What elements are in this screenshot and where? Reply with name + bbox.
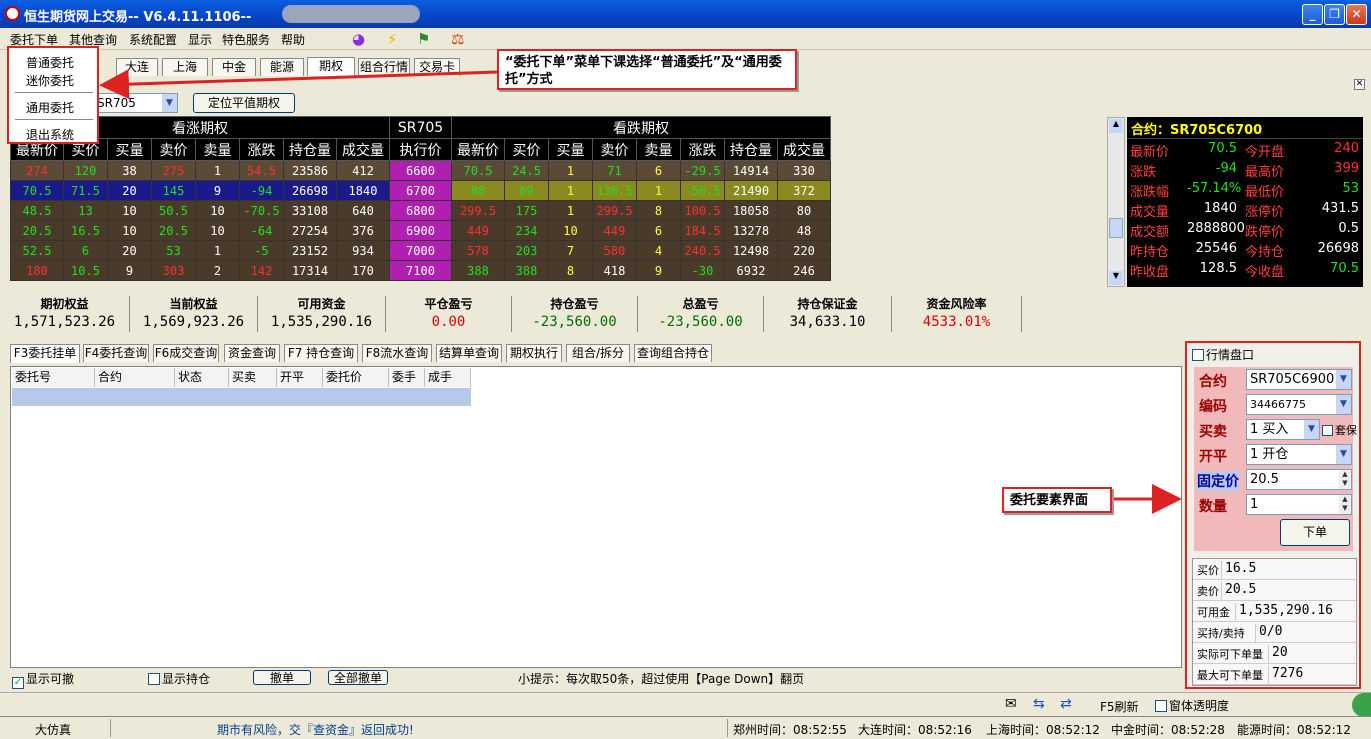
transparency-check[interactable]: 窗体透明度 — [1155, 697, 1229, 714]
refresh-icon[interactable]: ⇆ — [1033, 696, 1045, 712]
transparency-label: 窗体透明度 — [1169, 699, 1230, 713]
status-bar: 大仿真 期市有风险，交『查资金』返回成功! 郑州时间：08:52:55 大连时间… — [0, 716, 1371, 739]
zhengzhou-time: 郑州时间：08:52:55 — [733, 723, 847, 737]
callout-menu: “委托下单”菜单下课选择“普通委托”及“通用委托”方式 — [497, 49, 797, 90]
checkbox-icon[interactable] — [1155, 700, 1167, 712]
shanghai-time: 上海时间：08:52:12 — [986, 723, 1100, 737]
energy-time: 能源时间：08:52:12 — [1237, 723, 1351, 737]
refresh-label[interactable]: F5刷新 — [1100, 698, 1139, 715]
mode-label: 大仿真 — [35, 723, 72, 737]
annotation-arrows — [99, 69, 1182, 514]
arrow-to-menu — [99, 69, 499, 100]
status-message: 期市有风险，交『查资金』返回成功! — [217, 723, 414, 737]
bottom-toolbar: ✉ ⇆ ⇄ F5刷新 窗体透明度 — [0, 692, 1371, 717]
sync-icon[interactable]: ⇄ — [1060, 696, 1072, 712]
status-separator — [110, 719, 111, 737]
status-separator — [727, 719, 728, 737]
cffex-time: 中金时间：08:52:28 — [1111, 723, 1225, 737]
callout-panel: 委托要素界面 — [1002, 487, 1112, 513]
mail-icon[interactable]: ✉ — [1005, 696, 1017, 712]
dalian-time: 大连时间：08:52:16 — [858, 723, 972, 737]
status-gauge-icon — [1352, 693, 1371, 717]
